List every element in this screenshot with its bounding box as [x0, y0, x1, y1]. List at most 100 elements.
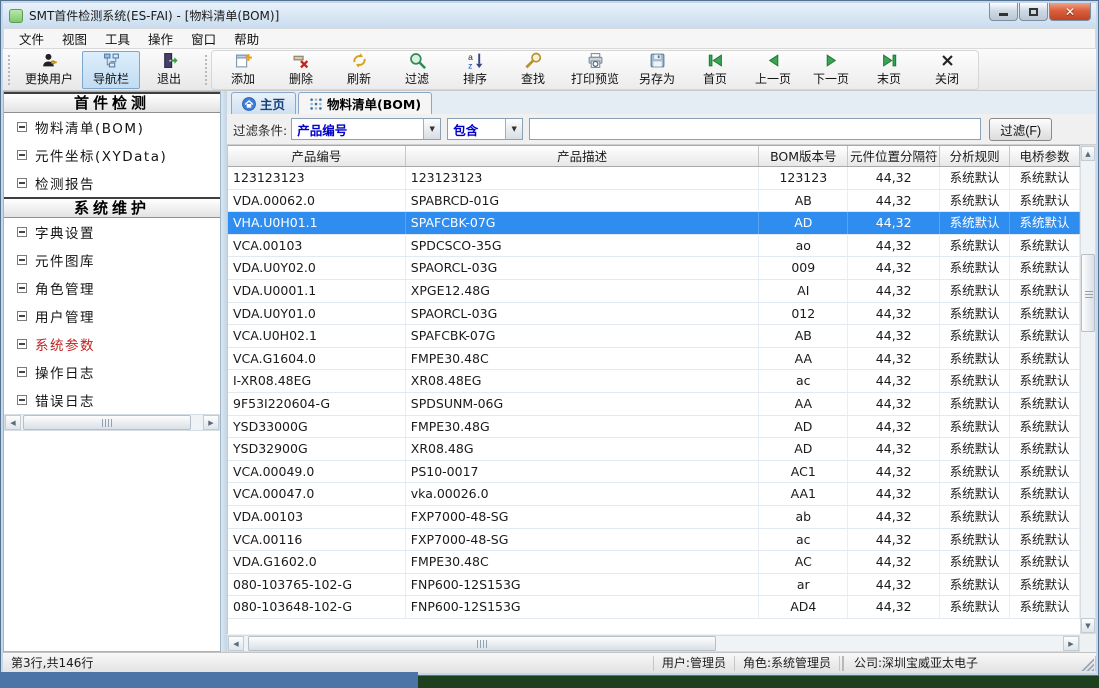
table-row[interactable]: 080-103765-102-GFNP600-12S153Gar44,32系统默…	[228, 574, 1080, 597]
column-header-bom版本号[interactable]: BOM版本号	[759, 146, 848, 166]
tab-bom[interactable]: 物料清单(BOM)	[298, 92, 432, 114]
table-row[interactable]: VDA.00103FXP7000-48-SGab44,32系统默认系统默认	[228, 506, 1080, 529]
table-row[interactable]: I-XR08.48EGXR08.48EGac44,32系统默认系统默认	[228, 370, 1080, 393]
find-button[interactable]: 查找	[504, 52, 562, 88]
table-row[interactable]: VCA.00049.0PS10-0017AC144,32系统默认系统默认	[228, 461, 1080, 484]
table-row[interactable]: VCA.00116FXP7000-48-SGac44,32系统默认系统默认	[228, 529, 1080, 552]
column-header-元件位置分隔符[interactable]: 元件位置分隔符	[848, 146, 940, 166]
table-cell: FNP600-12S153G	[406, 574, 760, 596]
sidebar-item-[interactable]: 角色管理	[4, 274, 220, 302]
table-row[interactable]: VDA.U0001.1XPGE12.48GAI44,32系统默认系统默认	[228, 280, 1080, 303]
table-row[interactable]: VCA.U0H02.1SPAFCBK-07GAB44,32系统默认系统默认	[228, 325, 1080, 348]
table-row[interactable]: 12312312312312312312312344,32系统默认系统默认	[228, 167, 1080, 190]
scrollbar-thumb[interactable]	[1081, 254, 1095, 332]
first-page-button[interactable]: 首页	[686, 52, 744, 88]
filter-operator-dropdown[interactable]: 包含 ▼	[447, 118, 523, 140]
table-cell: XR08.48G	[406, 438, 760, 460]
table-row[interactable]: VDA.U0Y02.0SPAORCL-03G00944,32系统默认系统默认	[228, 257, 1080, 280]
table-cell: 系统默认	[1010, 596, 1080, 618]
add-button[interactable]: 添加	[214, 52, 272, 88]
table-cell: 44,32	[848, 416, 940, 438]
table-row[interactable]: VCA.00103SPDCSCO-35Gao44,32系统默认系统默认	[228, 235, 1080, 258]
table-cell: 系统默认	[940, 438, 1010, 460]
scroll-left-icon[interactable]: ◀	[228, 636, 244, 651]
menu-item-3[interactable]: 工具	[96, 27, 139, 50]
table-row[interactable]: VCA.00047.0vka.00026.0AA144,32系统默认系统默认	[228, 483, 1080, 506]
table-row[interactable]: VDA.00062.0SPABRCD-01GAB44,32系统默认系统默认	[228, 190, 1080, 213]
scrollbar-thumb[interactable]	[23, 415, 191, 430]
table-cell: 44,32	[848, 325, 940, 347]
menu-item-2[interactable]: 视图	[53, 27, 96, 50]
refresh-button[interactable]: 刷新	[330, 52, 388, 88]
chevron-down-icon[interactable]: ▼	[423, 119, 440, 139]
column-header-分析规则[interactable]: 分析规则	[940, 146, 1010, 166]
sidebar-item-bom[interactable]: 物料清单(BOM)	[4, 113, 220, 141]
table-row[interactable]: VHA.U0H01.1SPAFCBK-07GAD44,32系统默认系统默认	[228, 212, 1080, 235]
sort-button[interactable]: az排序	[446, 52, 504, 88]
last-page-button[interactable]: 末页	[860, 52, 918, 88]
sidebar-item-[interactable]: 操作日志	[4, 358, 220, 386]
scroll-right-icon[interactable]: ▶	[203, 415, 219, 430]
close-button[interactable]: 关闭	[918, 52, 976, 88]
table-vertical-scrollbar[interactable]: ▲ ▼	[1080, 145, 1096, 634]
delete-button[interactable]: 删除	[272, 52, 330, 88]
chevron-down-icon[interactable]: ▼	[505, 119, 522, 139]
table-horizontal-scrollbar[interactable]: ◀ ▶	[227, 635, 1080, 652]
table-cell: 系统默认	[1010, 574, 1080, 596]
scroll-up-icon[interactable]: ▲	[1081, 146, 1095, 161]
column-header-产品描述[interactable]: 产品描述	[406, 146, 760, 166]
toolbar-grip[interactable]	[6, 55, 11, 85]
filter-button[interactable]: 过滤	[388, 52, 446, 88]
menu-item-1[interactable]: 文件	[10, 27, 53, 50]
filter-apply-button[interactable]: 过滤(F)	[989, 118, 1052, 141]
table-row[interactable]: 080-103648-102-GFNP600-12S153GAD444,32系统…	[228, 596, 1080, 619]
sidebar-item-[interactable]: 元件图库	[4, 246, 220, 274]
scroll-left-icon[interactable]: ◀	[5, 415, 21, 430]
user-switch-button[interactable]: 更换用户	[16, 51, 82, 89]
menu-item-6[interactable]: 帮助	[225, 27, 268, 50]
print-preview-button[interactable]: 打印预览	[562, 52, 628, 88]
tab-[interactable]: 主页	[231, 92, 296, 114]
sidebar-horizontal-scrollbar[interactable]: ◀ ▶	[4, 414, 220, 431]
table-cell: 080-103765-102-G	[228, 574, 406, 596]
close-button[interactable]: ✕	[1049, 3, 1091, 21]
column-header-产品编号[interactable]: 产品编号	[228, 146, 406, 166]
scroll-right-icon[interactable]: ▶	[1063, 636, 1079, 651]
sidebar-item-[interactable]: 字典设置	[4, 218, 220, 246]
menu-item-4[interactable]: 操作	[139, 27, 182, 50]
table-row[interactable]: VCA.G1604.0FMPE30.48CAA44,32系统默认系统默认	[228, 348, 1080, 371]
maximize-button[interactable]	[1019, 3, 1048, 21]
menu-item-5[interactable]: 窗口	[182, 27, 225, 50]
resize-grip[interactable]	[1081, 658, 1094, 671]
scroll-down-icon[interactable]: ▼	[1081, 618, 1095, 633]
table-row[interactable]: YSD33000GFMPE30.48GAD44,32系统默认系统默认	[228, 416, 1080, 439]
toolbar-grip[interactable]	[203, 55, 208, 85]
sidebar-item-[interactable]: 系统参数	[4, 330, 220, 358]
bom-table: 产品编号产品描述BOM版本号元件位置分隔符分析规则电桥参数 1231231231…	[227, 145, 1080, 634]
next-page-button[interactable]: 下一页	[802, 52, 860, 88]
filter-field-dropdown[interactable]: 产品编号 ▼	[291, 118, 441, 140]
filter-value-input[interactable]	[529, 118, 981, 140]
table-row[interactable]: 9F53I220604-GSPDSUNM-06GAA44,32系统默认系统默认	[228, 393, 1080, 416]
table-cell: 系统默认	[1010, 257, 1080, 279]
minimize-button[interactable]	[989, 3, 1018, 21]
table-cell: 44,32	[848, 483, 940, 505]
prev-page-button[interactable]: 上一页	[744, 52, 802, 88]
save-as-button[interactable]: 另存为	[628, 52, 686, 88]
table-cell: I-XR08.48EG	[228, 370, 406, 392]
sidebar-item-[interactable]: 错误日志	[4, 386, 220, 414]
sidebar-item-[interactable]: 用户管理	[4, 302, 220, 330]
sidebar-item-[interactable]: 检测报告	[4, 169, 220, 197]
table-row[interactable]: YSD32900GXR08.48GAD44,32系统默认系统默认	[228, 438, 1080, 461]
sidebar-item-xydata[interactable]: 元件坐标(XYData)	[4, 141, 220, 169]
toolbar-button-label: 上一页	[755, 70, 791, 87]
scrollbar-thumb[interactable]	[248, 636, 716, 651]
navbar-button[interactable]: 导航栏	[82, 51, 140, 89]
exit-button[interactable]: 退出	[140, 51, 198, 89]
sidebar-item-label: 元件坐标(XYData)	[35, 145, 167, 165]
table-row[interactable]: VDA.G1602.0FMPE30.48CAC44,32系统默认系统默认	[228, 551, 1080, 574]
column-header-电桥参数[interactable]: 电桥参数	[1010, 146, 1080, 166]
table-cell: YSD33000G	[228, 416, 406, 438]
table-cell: SPAFCBK-07G	[406, 325, 760, 347]
table-row[interactable]: VDA.U0Y01.0SPAORCL-03G01244,32系统默认系统默认	[228, 303, 1080, 326]
